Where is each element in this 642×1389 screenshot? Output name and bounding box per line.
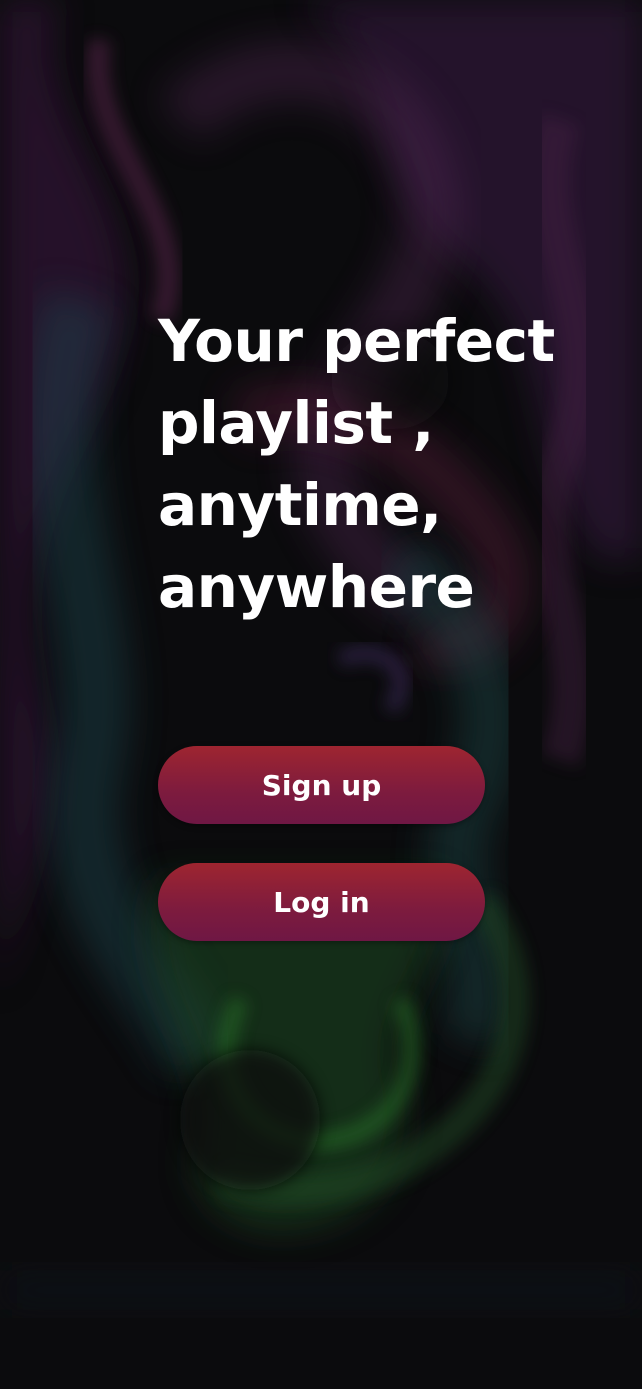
log-in-button[interactable]: Log in	[158, 863, 485, 941]
headline: Your perfect playlist , anytime, anywher…	[158, 300, 598, 628]
welcome-screen: Your perfect playlist , anytime, anywher…	[0, 0, 642, 1389]
background-artwork	[0, 0, 642, 1389]
headline-line-3: anytime,	[158, 471, 442, 539]
sign-up-button[interactable]: Sign up	[158, 746, 485, 824]
headline-line-1: Your perfect	[158, 307, 555, 375]
headline-line-4: anywhere	[158, 553, 475, 621]
headline-line-2: playlist ,	[158, 389, 434, 457]
